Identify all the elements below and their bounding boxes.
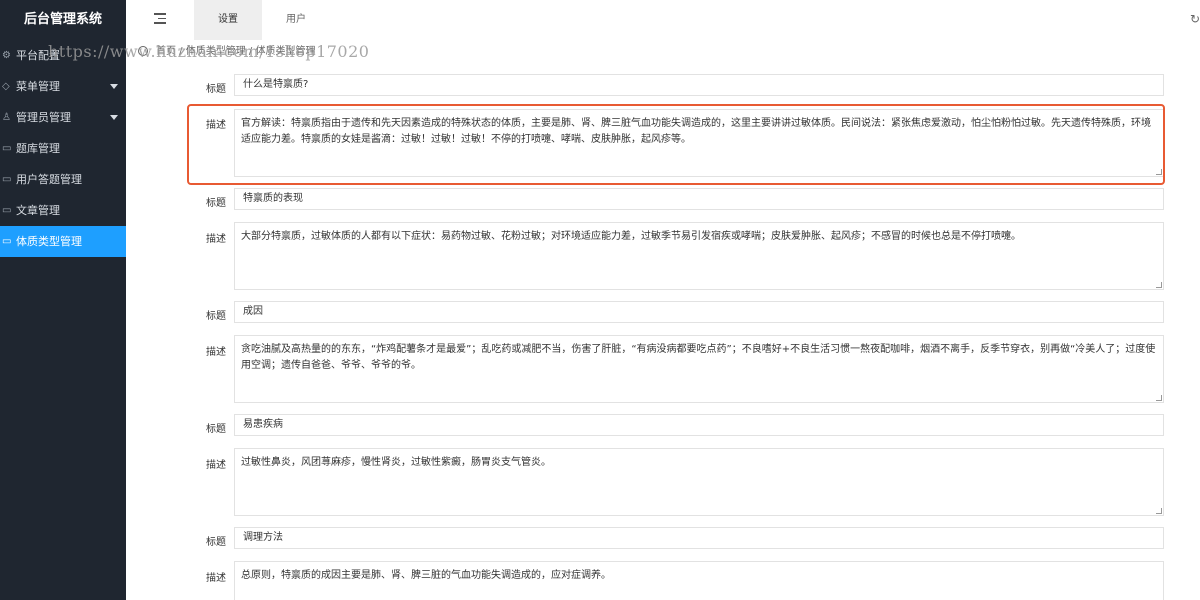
- desc-textarea[interactable]: 贪吃油腻及高热量的的东东，“炸鸡配薯条才是最爱”；乱吃药或减肥不当，伤害了肝脏，…: [234, 335, 1164, 403]
- sidebar-item-menu-management[interactable]: ◇ 菜单管理: [0, 71, 126, 102]
- sidebar-item-label: 用户答题管理: [16, 173, 82, 186]
- top-bar: 设置 用户 ↻: [126, 0, 1200, 40]
- desc-label: 描述: [206, 573, 226, 584]
- title-label: 标题: [206, 311, 226, 322]
- doc-icon: ▭: [2, 236, 12, 247]
- sidebar-item-constitution-types[interactable]: ▭ 体质类型管理: [0, 226, 126, 257]
- gear-icon: ⚙: [2, 50, 11, 61]
- title-input[interactable]: 成因: [234, 301, 1164, 323]
- resize-handle[interactable]: [1156, 282, 1162, 288]
- sidebar-menu: ⚙ 平台配置 ◇ 菜单管理 ♙ 管理员管理 ▭ 题库管理 ▭ 用户答题管理 ▭ …: [0, 40, 126, 257]
- sidebar-item-user-answers[interactable]: ▭ 用户答题管理: [0, 164, 126, 195]
- sidebar-item-label: 题库管理: [16, 142, 60, 155]
- diamond-icon: ◇: [2, 81, 10, 92]
- doc-icon: ▭: [2, 174, 12, 185]
- desc-textarea[interactable]: 过敏性鼻炎，风团荨麻疹，慢性肾炎，过敏性紫癜，肠胃炎支气管炎。: [234, 448, 1164, 516]
- watermark: https://www.huzhan.com/1shop17020: [48, 42, 370, 61]
- sidebar-item-label: 管理员管理: [16, 111, 71, 124]
- sidebar-item-label: 文章管理: [16, 204, 60, 217]
- desc-label: 描述: [206, 234, 226, 245]
- menu-toggle-icon[interactable]: [154, 13, 166, 25]
- title-label: 标题: [206, 424, 226, 435]
- title-input[interactable]: 特禀质的表现: [234, 188, 1164, 210]
- sidebar-item-articles[interactable]: ▭ 文章管理: [0, 195, 126, 226]
- sidebar-item-admin-management[interactable]: ♙ 管理员管理: [0, 102, 126, 133]
- sidebar-item-label: 体质类型管理: [16, 235, 82, 248]
- user-icon: ♙: [2, 112, 11, 123]
- desc-textarea[interactable]: 大部分特禀质，过敏体质的人都有以下症状：易药物过敏、花粉过敏；对环境适应能力差，…: [234, 222, 1164, 290]
- sidebar: 后台管理系统 ⚙ 平台配置 ◇ 菜单管理 ♙ 管理员管理 ▭ 题库管理 ▭ 用户…: [0, 0, 126, 600]
- sidebar-item-question-bank[interactable]: ▭ 题库管理: [0, 133, 126, 164]
- title-input[interactable]: 调理方法: [234, 527, 1164, 549]
- chevron-down-icon: [110, 84, 118, 89]
- desc-textarea[interactable]: 总原则，特禀质的成因主要是肺、肾、脾三脏的气血功能失调造成的，应对症调养。: [234, 561, 1164, 600]
- sidebar-item-label: 菜单管理: [16, 80, 60, 93]
- app-logo-title: 后台管理系统: [23, 12, 102, 27]
- desc-text: 大部分特禀质，过敏体质的人都有以下症状：易药物过敏、花粉过敏；对环境适应能力差，…: [241, 231, 1021, 242]
- desc-text: 总原则，特禀质的成因主要是肺、肾、脾三脏的气血功能失调造成的，应对症调养。: [241, 570, 611, 581]
- doc-icon: ▭: [2, 205, 12, 216]
- title-label: 标题: [206, 537, 226, 548]
- highlight-box: [187, 104, 1165, 185]
- desc-label: 描述: [206, 460, 226, 471]
- tab-settings[interactable]: 设置: [194, 0, 262, 40]
- tab-user[interactable]: 用户: [276, 0, 316, 40]
- resize-handle[interactable]: [1156, 395, 1162, 401]
- refresh-icon[interactable]: ↻: [1190, 12, 1200, 26]
- desc-text: 贪吃油腻及高热量的的东东，“炸鸡配薯条才是最爱”；乱吃药或减肥不当，伤害了肝脏，…: [241, 344, 1156, 371]
- desc-label: 描述: [206, 347, 226, 358]
- doc-icon: ▭: [2, 143, 12, 154]
- title-input[interactable]: 易患疾病: [234, 414, 1164, 436]
- resize-handle[interactable]: [1156, 508, 1162, 514]
- title-label: 标题: [206, 84, 226, 95]
- chevron-down-icon: [110, 115, 118, 120]
- desc-text: 过敏性鼻炎，风团荨麻疹，慢性肾炎，过敏性紫癜，肠胃炎支气管炎。: [241, 457, 551, 468]
- title-label: 标题: [206, 198, 226, 209]
- title-input[interactable]: 什么是特禀质?: [234, 74, 1164, 96]
